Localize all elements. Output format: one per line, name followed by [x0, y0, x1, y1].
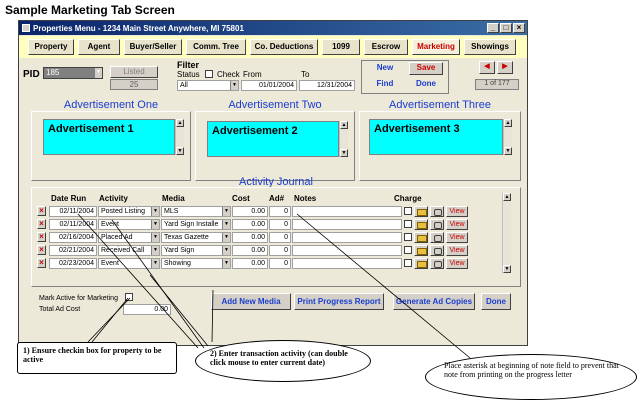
leader-line-2b: [111, 219, 205, 349]
leader-line-1b: [87, 297, 131, 343]
leader-line-3: [296, 213, 471, 359]
leader-line-2d: [211, 289, 214, 343]
leader-line-2a: [77, 213, 199, 349]
leader-line-2c: [149, 274, 209, 347]
callout-activity-note: 2) Enter transaction activity (can doubl…: [195, 340, 371, 382]
leader-line-1: [91, 297, 129, 343]
callout-checkbox-note: 1) Ensure checkin box for property to be…: [17, 342, 177, 374]
callout-asterisk-note: Place asterisk at beginning of note fiel…: [425, 354, 637, 400]
